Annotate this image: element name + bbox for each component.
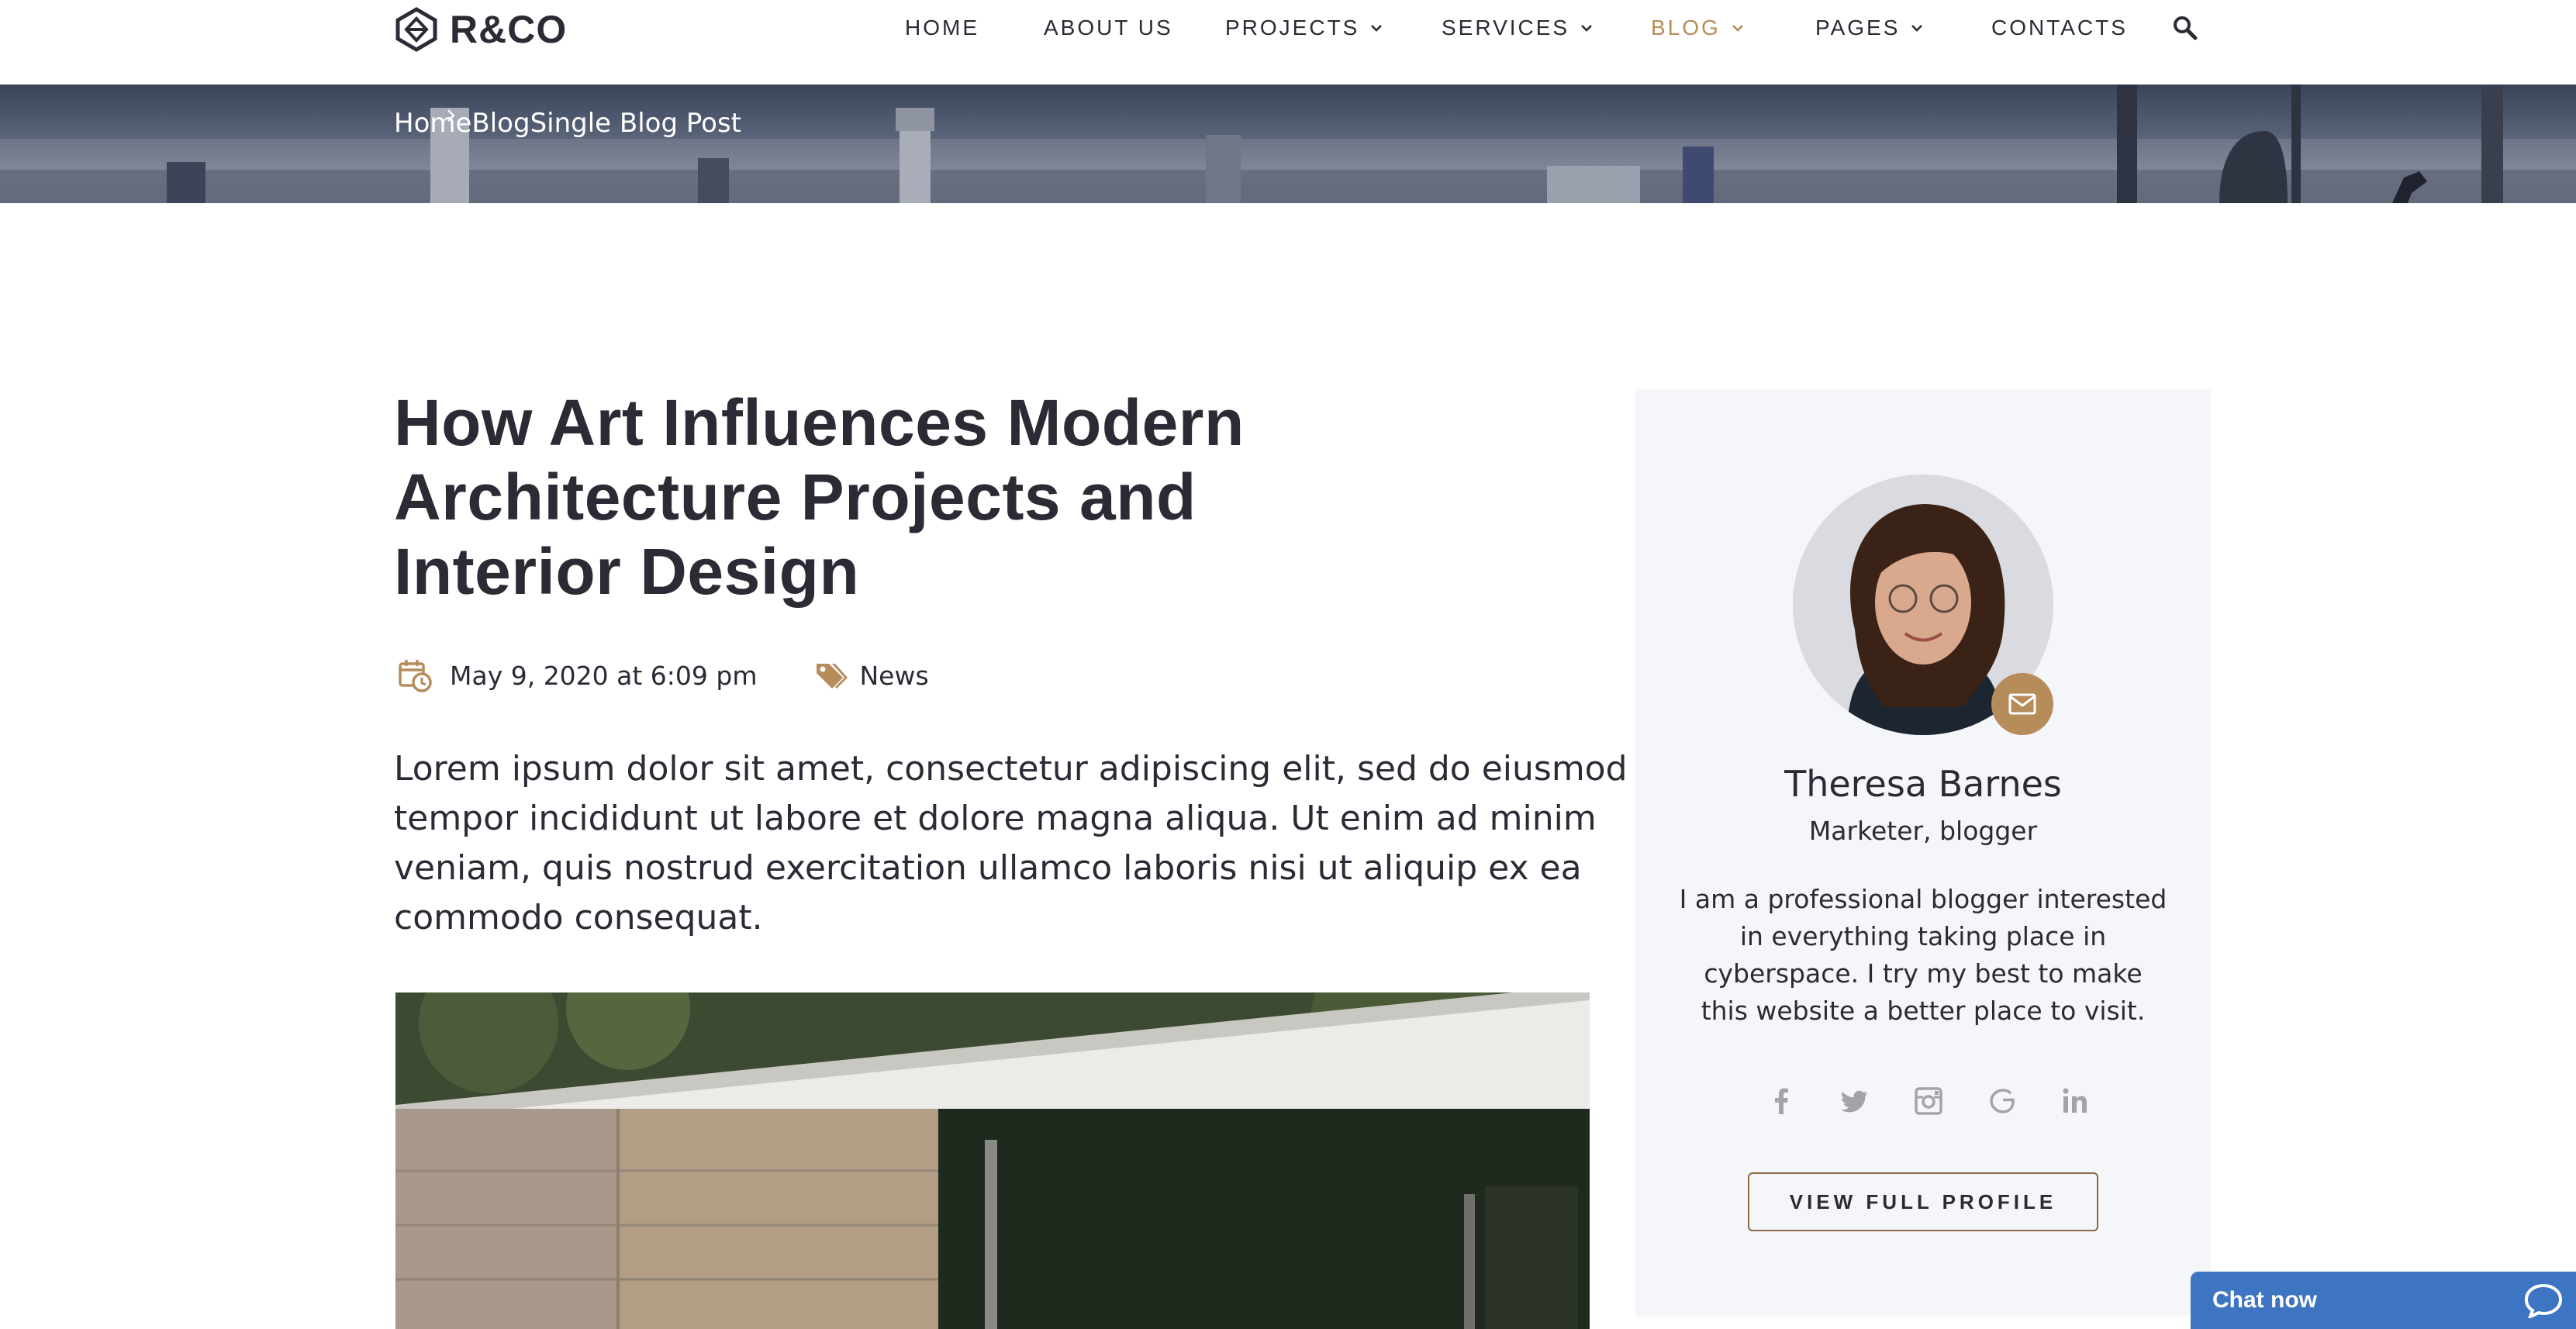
nav-label: PROJECTS xyxy=(1225,16,1360,40)
nav-item-contacts[interactable]: CONTACTS xyxy=(1991,16,2128,40)
facebook-link[interactable] xyxy=(1765,1084,1799,1118)
breadcrumb-home-link[interactable]: Home xyxy=(394,108,471,139)
chat-bubble-icon xyxy=(2524,1283,2563,1318)
instagram-link[interactable] xyxy=(1911,1084,1946,1118)
bio-line: in everything taking place in xyxy=(1739,921,2107,951)
article-title-line: Interior Design xyxy=(394,535,860,608)
site-header: R&CO HOME ABOUT US PROJECTS SERVICES BLO… xyxy=(0,0,2576,85)
author-bio: I am a professional blogger interested i… xyxy=(1635,881,2211,1030)
nav-label: CONTACTS xyxy=(1991,16,2128,40)
chat-widget-button[interactable]: Chat now xyxy=(2191,1272,2576,1329)
modern-pavilion-image xyxy=(395,992,1590,1329)
breadcrumb-current: Single Blog Post xyxy=(530,108,741,139)
bio-line: cyberspace. I try my best to make xyxy=(1704,958,2143,989)
author-card: Theresa Barnes Marketer, blogger I am a … xyxy=(1635,389,2211,1317)
nav-item-blog[interactable]: BLOG xyxy=(1651,16,1744,40)
lead-line: tempor incididunt ut labore et dolore ma… xyxy=(394,799,1597,838)
linkedin-link[interactable] xyxy=(2058,1084,2092,1118)
tags-icon xyxy=(816,664,848,689)
article-category-link[interactable]: News xyxy=(860,661,929,691)
article-title: How Art Influences Modern Architecture P… xyxy=(394,385,1588,609)
nav-label: PAGES xyxy=(1815,16,1901,40)
google-link[interactable] xyxy=(1984,1084,2018,1118)
nav-label: HOME xyxy=(905,16,979,40)
article-title-line: Architecture Projects and xyxy=(394,461,1196,533)
nav-item-pages[interactable]: PAGES xyxy=(1815,16,1923,40)
article-meta: May 9, 2020 at 6:09 pm News xyxy=(397,658,929,693)
social-links xyxy=(1635,1084,2211,1118)
nav-label: BLOG xyxy=(1651,16,1721,40)
city-skyline-image xyxy=(0,85,2576,203)
author-name: Theresa Barnes xyxy=(1784,763,2062,805)
chevron-down-icon xyxy=(1911,25,1923,32)
article-lead-paragraph: Lorem ipsum dolor sit amet, consectetur … xyxy=(394,744,1628,943)
chevron-down-icon xyxy=(1732,25,1743,32)
mail-button[interactable] xyxy=(1991,673,2053,735)
chevron-right-icon xyxy=(447,109,455,122)
nav-item-services[interactable]: SERVICES xyxy=(1442,16,1593,40)
breadcrumb-blog-link[interactable]: Blog xyxy=(471,108,530,139)
lead-line: veniam, quis nostrud exercitation ullamc… xyxy=(394,848,1582,888)
linkedin-icon xyxy=(2063,1088,2087,1113)
nav-item-home[interactable]: HOME xyxy=(905,16,979,40)
lead-line: commodo consequat. xyxy=(394,898,763,937)
bio-line: this website a better place to visit. xyxy=(1701,996,2146,1026)
mail-icon xyxy=(2008,693,2036,715)
main-nav: HOME ABOUT US PROJECTS SERVICES BLOG PAG… xyxy=(0,0,2576,59)
nav-label: ABOUT US xyxy=(1044,16,1173,40)
nav-label: SERVICES xyxy=(1442,16,1570,40)
chevron-down-icon xyxy=(1371,25,1383,32)
nav-item-about-us[interactable]: ABOUT US xyxy=(1044,16,1173,40)
nav-item-projects[interactable]: PROJECTS xyxy=(1225,16,1383,40)
author-role: Marketer, blogger xyxy=(1808,816,2038,846)
facebook-icon xyxy=(1775,1088,1788,1114)
article-date: May 9, 2020 at 6:09 pm xyxy=(450,660,758,691)
lead-line: Lorem ipsum dolor sit amet, consectetur … xyxy=(394,749,1628,789)
search-icon[interactable] xyxy=(2171,14,2199,42)
chat-label: Chat now xyxy=(2212,1287,2317,1313)
chevron-down-icon xyxy=(1581,25,1593,32)
breadcrumb: Home Blog Single Blog Post xyxy=(394,108,741,139)
page-hero-banner: Home Blog Single Blog Post xyxy=(0,85,2576,203)
instagram-icon xyxy=(1915,1087,1942,1115)
twitter-icon xyxy=(1841,1090,1868,1113)
bio-line: I am a professional blogger interested xyxy=(1679,884,2167,914)
article-title-line: How Art Influences Modern xyxy=(394,386,1245,459)
view-full-profile-button[interactable]: VIEW FULL PROFILE xyxy=(1748,1172,2098,1231)
article-featured-image xyxy=(395,992,1590,1329)
calendar-clock-icon xyxy=(399,660,432,692)
google-icon xyxy=(1990,1089,2015,1113)
twitter-link[interactable] xyxy=(1839,1084,1873,1118)
